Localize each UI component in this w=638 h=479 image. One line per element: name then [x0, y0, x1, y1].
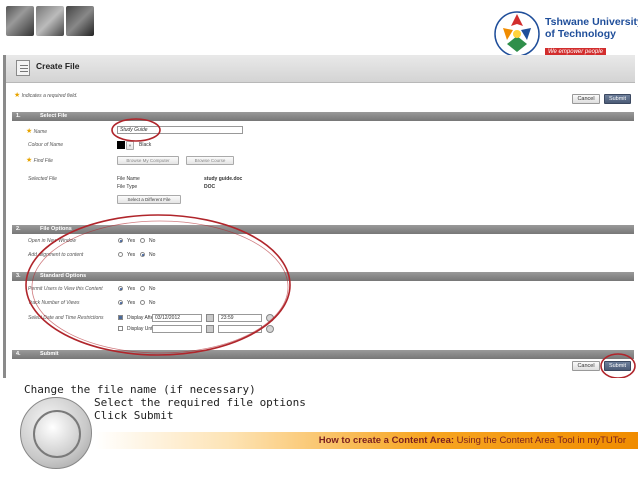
- footer-title-bold: How to create a Content Area:: [318, 435, 455, 446]
- footer-title-rest: Using the Content Area Tool in myTUTor: [454, 435, 626, 446]
- seal-inner: [33, 410, 81, 458]
- university-seal-icon: [20, 397, 92, 469]
- footer-bar: How to create a Content Area: Using the …: [95, 432, 638, 449]
- submit-highlight: [600, 353, 636, 378]
- logo-name-line1: Tshwane University: [545, 16, 638, 28]
- logo-text: Tshwane University of Technology We empo…: [545, 16, 638, 58]
- instruction-line: Change the file name (if necessary): [24, 383, 256, 396]
- options-highlight-inner: [31, 220, 289, 354]
- footer-title: How to create a Content Area: Using the …: [319, 435, 626, 446]
- header-photos: [6, 6, 94, 36]
- create-file-screenshot: Create File ★ Indicates a required field…: [3, 55, 636, 378]
- header-photo: [6, 6, 34, 36]
- name-field-highlight: [111, 118, 161, 142]
- slide: Tshwane University of Technology We empo…: [0, 0, 638, 479]
- university-logo: Tshwane University of Technology We empo…: [493, 10, 638, 58]
- header-photo: [36, 6, 64, 36]
- university-emblem-icon: [494, 11, 540, 57]
- header-photo: [66, 6, 94, 36]
- annotation-overlay: [25, 118, 636, 378]
- logo-name-line2: of Technology: [545, 28, 616, 40]
